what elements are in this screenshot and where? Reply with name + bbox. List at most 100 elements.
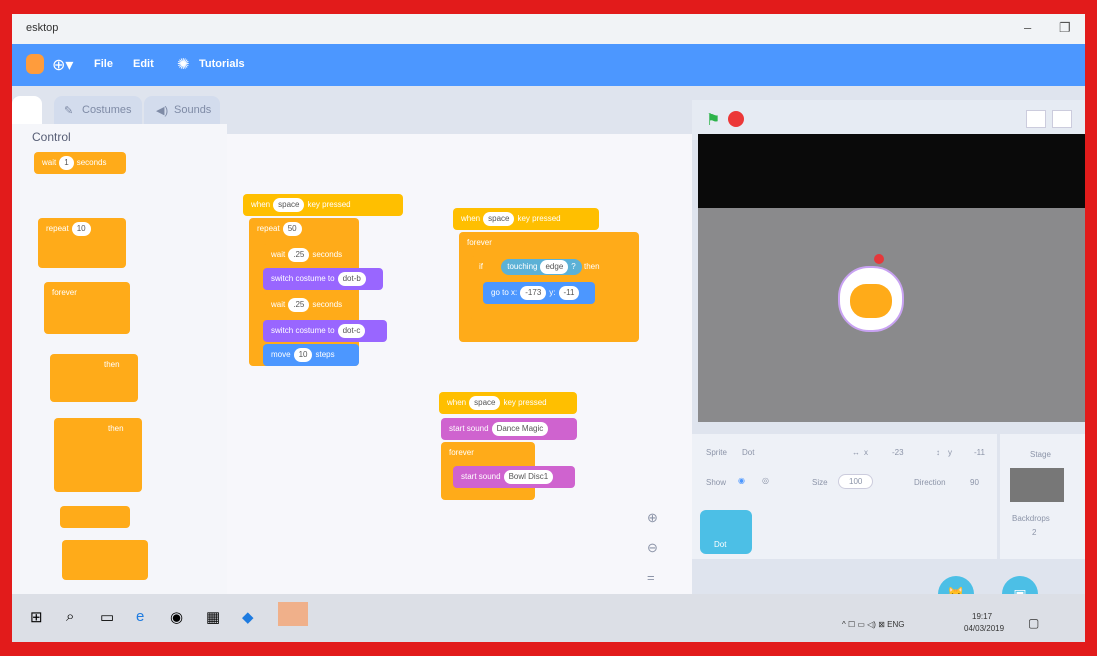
zoom-in-icon[interactable]: ⊕ bbox=[647, 510, 658, 526]
wait-input[interactable]: .25 bbox=[288, 248, 310, 262]
sprite-thumbnail[interactable]: Dot bbox=[700, 510, 752, 554]
palette-repeat-block[interactable]: repeat 10 bbox=[38, 218, 126, 268]
block-text: seconds bbox=[76, 158, 107, 167]
block-text: then bbox=[583, 262, 600, 271]
y-arrow-icon: ↕ bbox=[936, 448, 940, 457]
sprite-name-field[interactable]: Dot bbox=[742, 448, 754, 457]
zoom-out-icon[interactable]: ⊖ bbox=[647, 540, 658, 556]
block-input[interactable]: 10 bbox=[71, 222, 91, 236]
edit-menu[interactable]: Edit bbox=[133, 58, 154, 70]
file-menu[interactable]: File bbox=[94, 58, 113, 70]
edge-dropdown[interactable]: edge bbox=[540, 260, 569, 274]
palette-wait-until-block[interactable] bbox=[60, 506, 130, 528]
palette-repeat-until-block[interactable] bbox=[62, 540, 148, 580]
chrome-icon[interactable]: ◉ bbox=[170, 608, 183, 626]
show-eye-icon[interactable]: ◉ bbox=[738, 476, 745, 485]
stage-title: Stage bbox=[1030, 450, 1051, 459]
category-title: Control bbox=[32, 130, 71, 144]
s1-move-block[interactable]: move 10 steps bbox=[263, 344, 359, 366]
minimize-button[interactable]: – bbox=[1024, 20, 1031, 35]
s1-wait-block[interactable]: wait .25 seconds bbox=[263, 244, 359, 266]
tab-sounds-label: Sounds bbox=[174, 104, 212, 116]
dot-sprite[interactable] bbox=[838, 266, 904, 332]
backdrops-count: 2 bbox=[1032, 528, 1037, 537]
x-input[interactable]: -173 bbox=[520, 286, 547, 300]
clock-time[interactable]: 19:17 bbox=[972, 612, 992, 621]
tab-costumes-label: Costumes bbox=[82, 104, 132, 116]
scratch-logo[interactable] bbox=[26, 54, 44, 74]
small-stage-icon[interactable] bbox=[1026, 110, 1046, 128]
costume-dropdown[interactable]: dot-b bbox=[337, 272, 366, 286]
s1-switch-costume-block-2[interactable]: switch costume to dot-c bbox=[263, 320, 387, 342]
sound-dropdown[interactable]: Bowl Disc1 bbox=[503, 470, 554, 484]
block-text: when bbox=[461, 214, 481, 223]
maximize-button[interactable]: ❐ bbox=[1059, 20, 1071, 36]
block-text: move bbox=[271, 350, 291, 359]
s2-goto-block[interactable]: go to x: -173 y: -11 bbox=[483, 282, 595, 304]
tab-costumes[interactable]: ✎ Costumes bbox=[54, 96, 142, 124]
calculator-icon[interactable]: ▦ bbox=[206, 608, 220, 626]
notification-icon[interactable]: ▢ bbox=[1028, 616, 1039, 630]
x-label: x bbox=[864, 448, 868, 457]
x-arrow-icon: ↔ bbox=[852, 448, 860, 457]
y-field[interactable]: -11 bbox=[974, 448, 985, 457]
globe-icon[interactable]: ⊕▾ bbox=[52, 55, 73, 75]
s3-start-sound-block-2[interactable]: start sound Bowl Disc1 bbox=[453, 466, 575, 488]
edge-browser-icon[interactable]: e bbox=[136, 608, 144, 625]
palette-wait-block[interactable]: wait 1 seconds bbox=[34, 152, 126, 174]
block-text: wait bbox=[271, 300, 286, 309]
clock-date[interactable]: 04/03/2019 bbox=[964, 624, 1004, 633]
direction-field[interactable]: 90 bbox=[970, 478, 979, 487]
wait-input[interactable]: .25 bbox=[288, 298, 310, 312]
block-text: wait bbox=[271, 250, 286, 259]
backdrop-thumbnail[interactable] bbox=[1010, 468, 1064, 502]
move-input[interactable]: 10 bbox=[293, 348, 313, 362]
costume-dropdown[interactable]: dot-c bbox=[337, 324, 366, 338]
palette-if-else-block[interactable]: then bbox=[54, 418, 142, 492]
repeat-input[interactable]: 50 bbox=[282, 222, 302, 236]
windows-taskbar: ⊞ ⌕ ▭ e ◉ ▦ ◆ bbox=[12, 594, 1085, 642]
tab-sounds[interactable]: ◀) Sounds bbox=[144, 96, 220, 124]
block-input[interactable]: 1 bbox=[59, 156, 74, 170]
palette-forever-block[interactable]: forever bbox=[44, 282, 130, 334]
s3-start-sound-block[interactable]: start sound Dance Magic bbox=[441, 418, 577, 440]
green-flag-icon[interactable]: ⚑ bbox=[706, 110, 720, 130]
sound-dropdown[interactable]: Dance Magic bbox=[491, 422, 549, 436]
zoom-reset-icon[interactable]: = bbox=[647, 570, 655, 585]
palette-if-block[interactable]: then bbox=[50, 354, 138, 402]
block-text: wait bbox=[42, 158, 57, 167]
app-icon[interactable]: ◆ bbox=[242, 608, 254, 626]
stop-icon[interactable] bbox=[728, 111, 744, 127]
key-dropdown[interactable]: space bbox=[469, 396, 501, 410]
large-stage-icon[interactable] bbox=[1052, 110, 1072, 128]
s1-switch-costume-block[interactable]: switch costume to dot-b bbox=[263, 268, 383, 290]
s1-hat-block[interactable]: when space key pressed bbox=[243, 194, 403, 216]
tray-icons[interactable]: ^ ☐ ▭ ◁) ⊠ bbox=[842, 620, 887, 629]
key-dropdown[interactable]: space bbox=[273, 198, 305, 212]
key-dropdown[interactable]: space bbox=[483, 212, 515, 226]
touching-sensor[interactable]: touching edge? bbox=[501, 259, 582, 275]
language-indicator[interactable]: ENG bbox=[887, 620, 904, 629]
block-text: repeat bbox=[46, 224, 69, 233]
x-field[interactable]: -23 bbox=[892, 448, 904, 457]
tutorials-menu[interactable]: Tutorials bbox=[199, 58, 245, 70]
stage[interactable] bbox=[698, 134, 1085, 422]
scratch-taskbar-icon[interactable] bbox=[278, 602, 308, 626]
search-icon[interactable]: ⌕ bbox=[66, 608, 74, 625]
script-area[interactable]: when space key pressed repeat 50 wait .25 sec… bbox=[227, 134, 692, 594]
s2-hat-block[interactable]: when space key pressed bbox=[453, 208, 599, 230]
sprite-info-panel: Sprite Dot ↔ x -23 ↕ y -11 Show ◉ ◎ Size… bbox=[692, 434, 997, 559]
block-text: forever bbox=[52, 288, 77, 297]
y-input[interactable]: -11 bbox=[558, 286, 580, 300]
tab-code[interactable] bbox=[12, 96, 42, 124]
size-field[interactable]: 100 bbox=[838, 474, 874, 489]
sprite-label: Sprite bbox=[706, 448, 727, 457]
hide-eye-icon[interactable]: ◎ bbox=[762, 476, 769, 485]
windows-start-icon[interactable]: ⊞ bbox=[30, 608, 43, 626]
block-text: then bbox=[108, 424, 124, 433]
file-explorer-icon[interactable]: ▭ bbox=[100, 608, 114, 626]
s3-hat-block[interactable]: when space key pressed bbox=[439, 392, 577, 414]
window-titlebar: esktop – ❐ bbox=[12, 14, 1085, 44]
s1-wait-block-2[interactable]: wait .25 seconds bbox=[263, 294, 359, 316]
backdrops-label: Backdrops bbox=[1012, 514, 1050, 523]
